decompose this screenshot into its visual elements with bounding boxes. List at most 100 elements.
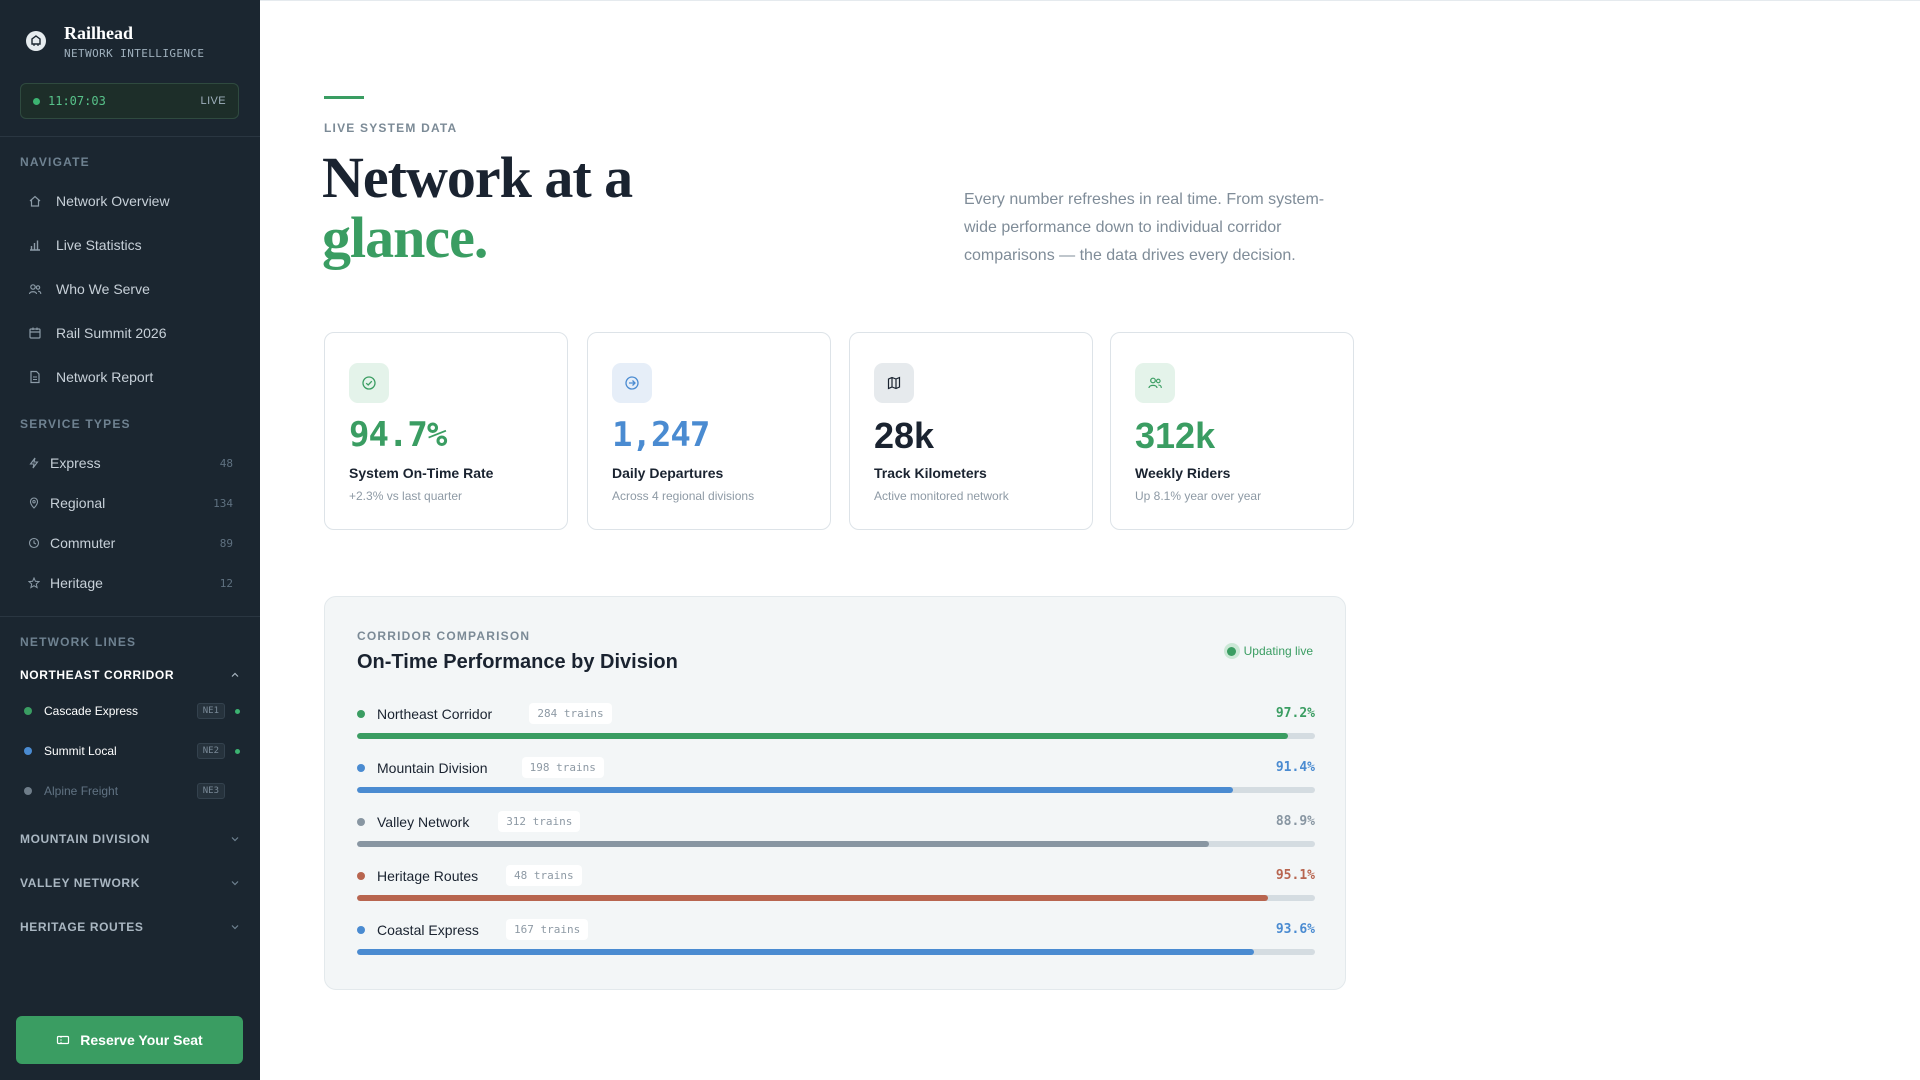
document-icon (30, 370, 40, 384)
network-lines-label: NETWORK LINES (20, 635, 137, 649)
line-color-dot (24, 707, 32, 715)
nav-item-network-overview[interactable]: Network Overview (28, 187, 248, 215)
line-code-badge: NE3 (196, 783, 225, 799)
stat-card-track-km: 28k Track Kilometers Active monitored ne… (849, 332, 1093, 530)
nav-item-rail-summit[interactable]: Rail Summit 2026 (28, 319, 248, 347)
division-progress-track (357, 841, 1315, 847)
hero-title-line2: glance. (322, 205, 488, 270)
division-train-count: 167 trains (506, 919, 589, 940)
map-icon (874, 363, 914, 403)
division-progress-track (357, 895, 1315, 901)
stat-value: 94.7% (349, 415, 447, 455)
division-color-dot (357, 764, 365, 772)
reserve-seat-button[interactable]: Reserve Your Seat (16, 1016, 243, 1064)
line-name: Cascade Express (44, 704, 139, 718)
division-progress-fill (357, 787, 1233, 793)
service-type-express[interactable]: Express 48 (28, 451, 233, 475)
check-circle-icon (349, 363, 389, 403)
ticket-icon (57, 1035, 70, 1045)
brand-title: Railhead (64, 23, 134, 43)
line-alpine-freight[interactable]: Alpine Freight NE3 (24, 780, 240, 802)
line-color-dot (24, 747, 32, 755)
star-icon (28, 577, 40, 589)
service-type-commuter[interactable]: Commuter 89 (28, 531, 233, 555)
division-row[interactable]: Heritage Routes 48 trains 95.1% (357, 861, 1315, 901)
sidebar-divider (0, 616, 260, 617)
group-mountain-division[interactable]: MOUNTAIN DIVISION (20, 829, 240, 849)
line-active-dot (235, 748, 240, 754)
division-row[interactable]: Coastal Express 167 trains 93.6% (357, 915, 1315, 955)
accent-bar (324, 96, 364, 99)
division-name: Mountain Division (377, 760, 488, 776)
division-row[interactable]: Northeast Corridor 284 trains 97.2% (357, 699, 1315, 739)
group-northeast-corridor[interactable]: NORTHEAST CORRIDOR (20, 665, 240, 685)
nav-item-label: Network Overview (56, 193, 170, 209)
live-indicator-icon (1223, 643, 1240, 659)
division-row[interactable]: Mountain Division 198 trains 91.4% (357, 753, 1315, 793)
brand[interactable]: Railhead NETWORK INTELLIGENCE (26, 22, 204, 60)
hero-eyebrow: LIVE SYSTEM DATA (324, 121, 458, 135)
chevron-down-icon (231, 881, 239, 886)
division-name: Northeast Corridor (377, 706, 493, 722)
clock-time: 11:07:03 (48, 94, 106, 108)
panel-eyebrow: CORRIDOR COMPARISON (357, 629, 531, 643)
service-type-label: Heritage (50, 575, 103, 591)
service-type-count: 89 (219, 536, 233, 550)
division-progress-fill (357, 949, 1254, 955)
stat-label: Track Kilometers (874, 465, 987, 481)
division-percentage: 88.9% (1275, 814, 1315, 829)
nav-item-live-statistics[interactable]: Live Statistics (28, 231, 248, 259)
bar-chart-icon (30, 240, 40, 251)
reserve-seat-label: Reserve Your Seat (80, 1032, 203, 1048)
line-cascade-express[interactable]: Cascade Express NE1 (24, 700, 240, 722)
division-progress-track (357, 787, 1315, 793)
service-type-heritage[interactable]: Heritage 12 (28, 571, 233, 595)
line-active-dot (235, 708, 240, 714)
service-type-regional[interactable]: Regional 134 (28, 491, 233, 515)
group-label: VALLEY NETWORK (20, 876, 140, 890)
nav-item-network-report[interactable]: Network Report (28, 363, 248, 391)
service-type-label: Express (50, 455, 101, 471)
division-name: Heritage Routes (377, 868, 479, 884)
division-color-dot (357, 818, 365, 826)
nav-section-label: NAVIGATE (20, 155, 90, 169)
home-icon (29, 195, 41, 207)
line-inactive-dot (235, 789, 240, 794)
live-badge: Updating live (1223, 643, 1313, 659)
stat-value: 1,247 (612, 415, 710, 455)
nav-item-label: Live Statistics (56, 237, 142, 253)
division-train-count: 312 trains (498, 811, 581, 832)
stat-sub: Active monitored network (874, 489, 1009, 503)
service-types-label: SERVICE TYPES (20, 417, 131, 431)
stat-value: 28k (874, 415, 935, 456)
division-color-dot (357, 872, 365, 880)
division-train-count: 198 trains (521, 757, 604, 778)
division-name: Valley Network (377, 814, 470, 830)
stat-sub: +2.3% vs last quarter (349, 489, 463, 503)
division-row[interactable]: Valley Network 312 trains 88.9% (357, 807, 1315, 847)
nav-item-label: Who We Serve (56, 281, 150, 297)
division-train-count: 284 trains (529, 703, 612, 724)
division-progress-track (357, 733, 1315, 739)
users-icon (1135, 363, 1175, 403)
line-code-badge: NE1 (196, 703, 225, 719)
stat-card-departures: 1,247 Daily Departures Across 4 regional… (587, 332, 831, 530)
nav-item-who-we-serve[interactable]: Who We Serve (28, 275, 248, 303)
nav-item-label: Network Report (56, 369, 154, 385)
stat-label: Weekly Riders (1135, 465, 1231, 481)
division-progress-track (357, 949, 1315, 955)
stat-value: 312k (1135, 415, 1216, 456)
group-heritage-routes[interactable]: HERITAGE ROUTES (20, 917, 240, 937)
top-border (260, 0, 1920, 1)
location-pin-icon (29, 497, 39, 509)
group-valley-network[interactable]: VALLEY NETWORK (20, 873, 240, 893)
service-type-count: 134 (213, 496, 233, 510)
stat-label: Daily Departures (612, 465, 724, 481)
division-progress-fill (357, 841, 1209, 847)
nav-item-label: Rail Summit 2026 (56, 325, 167, 341)
stat-sub: Across 4 regional divisions (612, 489, 755, 503)
live-status-dot (33, 97, 40, 105)
line-summit-local[interactable]: Summit Local NE2 (24, 740, 240, 762)
group-label: MOUNTAIN DIVISION (20, 832, 150, 846)
calendar-icon (29, 327, 41, 339)
